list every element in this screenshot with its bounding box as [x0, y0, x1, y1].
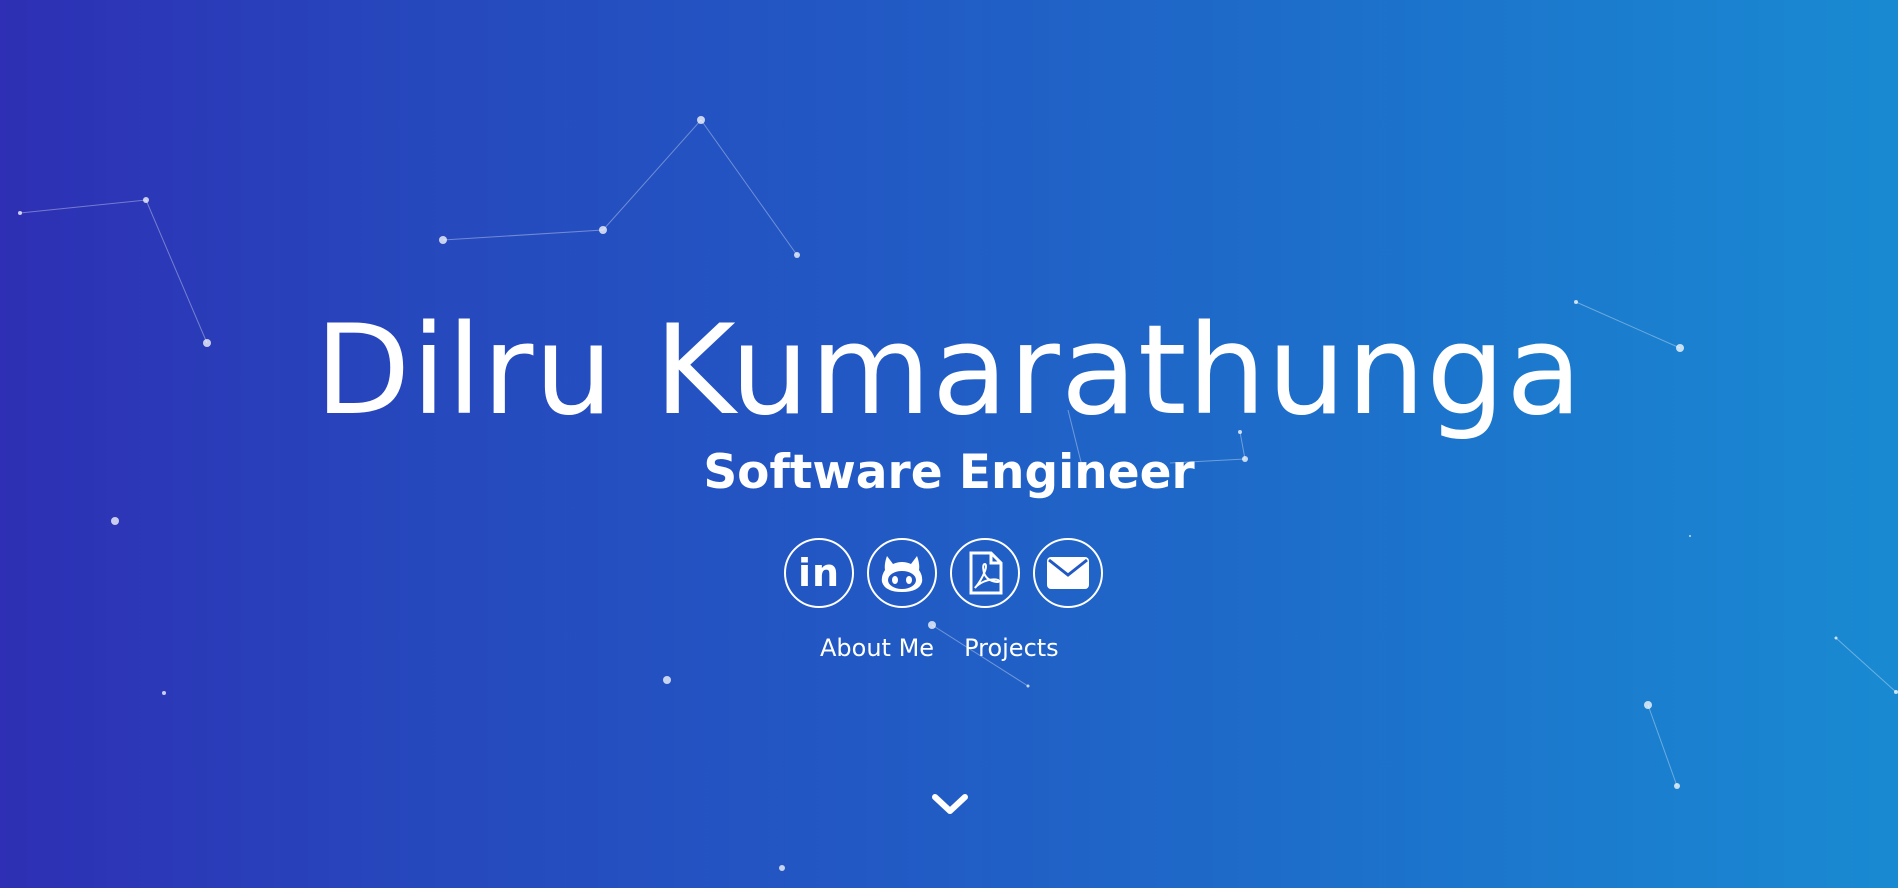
pdf-icon [969, 551, 1003, 595]
scroll-down-button[interactable] [931, 793, 969, 817]
email-link[interactable] [1033, 538, 1103, 608]
email-icon [1047, 557, 1089, 589]
resume-pdf-link[interactable] [950, 538, 1020, 608]
about-me-link[interactable]: About Me [820, 630, 934, 670]
hero-section: Dilru Kumarathunga Software Engineer in [0, 0, 1898, 888]
chevron-down-icon [932, 794, 968, 814]
linkedin-icon: in [797, 551, 841, 595]
hero-title: Software Engineer [703, 445, 1195, 500]
github-icon [881, 556, 923, 592]
github-link[interactable] [867, 538, 937, 608]
social-links: in [784, 538, 1114, 612]
hero-nav: About Me Projects [820, 630, 1100, 670]
hero-name: Dilru Kumarathunga [315, 299, 1583, 443]
linkedin-link[interactable]: in [784, 538, 854, 608]
projects-link[interactable]: Projects [964, 630, 1059, 670]
